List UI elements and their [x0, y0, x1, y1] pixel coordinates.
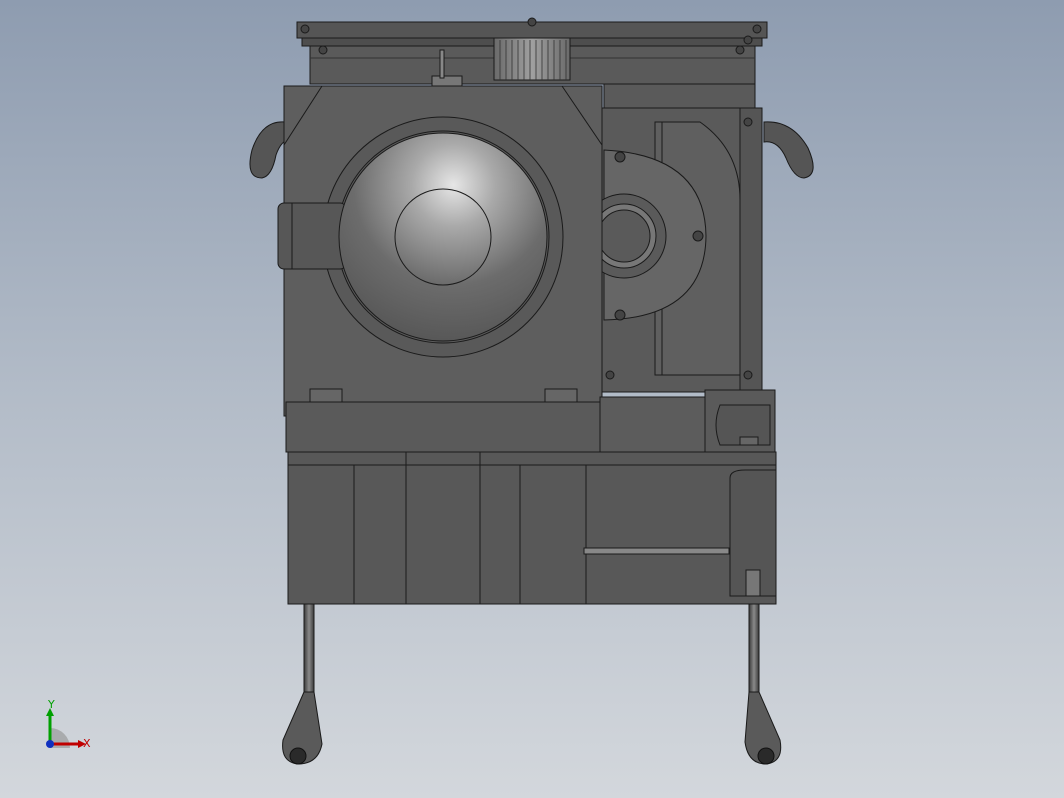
bolt-icon	[614, 309, 626, 321]
bolt-icon	[743, 117, 753, 127]
bolt-icon	[743, 35, 753, 45]
bolt-icon	[735, 45, 745, 55]
bolt-icon	[300, 24, 310, 34]
bolt-icon	[752, 24, 762, 34]
y-axis-label: Y	[47, 698, 55, 711]
motor-terminal-box	[277, 202, 347, 270]
bolt-icon	[692, 230, 704, 242]
right-handle[interactable]	[763, 121, 814, 179]
coordinate-triad: X Y	[46, 698, 91, 750]
bolt-icon	[614, 151, 626, 163]
lifting-rods[interactable]	[282, 599, 782, 765]
bolt-icon	[743, 370, 753, 380]
side-slot[interactable]	[599, 396, 706, 453]
nut-icon	[739, 436, 759, 446]
mounting-plate[interactable]	[285, 401, 601, 453]
motor-dome	[338, 132, 548, 342]
nut-icon	[544, 388, 578, 404]
left-hook-eye	[289, 747, 307, 765]
model-assembly[interactable]	[249, 17, 814, 765]
cad-viewport[interactable]	[0, 0, 1064, 798]
bolt-icon	[318, 45, 328, 55]
right-hook-eye	[757, 747, 775, 765]
motor-housing[interactable]	[277, 85, 603, 417]
bolt-icon	[605, 370, 615, 380]
nut-icon	[309, 388, 343, 404]
x-axis-label: X	[83, 737, 91, 750]
z-axis-icon	[46, 740, 54, 748]
bolt-icon	[527, 17, 537, 27]
base-block[interactable]	[287, 451, 777, 605]
